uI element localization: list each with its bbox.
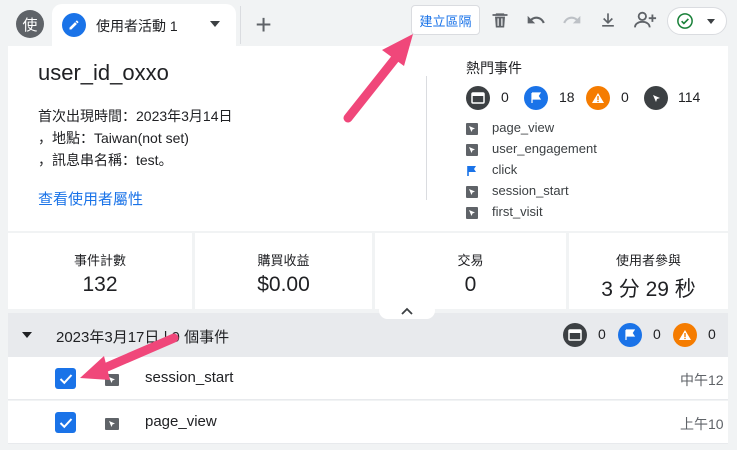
metric-user-engagement: 使用者參與 3 分 29 秒 <box>569 233 728 309</box>
warning-icon <box>673 323 697 347</box>
tab-label: 使用者活動 1 <box>96 18 178 34</box>
metric-transactions: 交易 0 <box>375 233 566 309</box>
status-dropdown[interactable] <box>667 7 727 35</box>
chevron-up-icon <box>401 307 413 315</box>
error-count: 0 <box>621 89 629 105</box>
cursor-icon <box>466 207 478 219</box>
expand-caret-icon[interactable] <box>22 332 32 338</box>
undo-icon[interactable] <box>524 8 548 32</box>
date-group-title: 2023年3月17日 | 9 個事件 <box>56 329 230 346</box>
metric-label: 使用者參與 <box>615 253 681 268</box>
checkmark-icon <box>59 373 72 384</box>
cursor-icon <box>105 373 119 386</box>
screen-icon <box>563 323 587 347</box>
user-id-title: user_id_oxxo <box>38 60 169 85</box>
top-event-label: click <box>492 162 518 177</box>
metric-value: 0 <box>464 273 477 296</box>
metric-purchase-revenue: 購買收益 $0.00 <box>195 233 372 309</box>
event-name: session_start <box>145 369 234 386</box>
top-event-label: first_visit <box>492 204 543 219</box>
event-time: 中午12 <box>680 372 724 388</box>
cursor-icon <box>105 417 119 430</box>
create-segment-button[interactable]: 建立區隔 <box>411 5 480 35</box>
flag-icon <box>618 323 642 347</box>
event-name: page_view <box>145 413 217 430</box>
conversion-count: 18 <box>559 89 575 105</box>
metric-label: 購買收益 <box>257 253 310 268</box>
download-icon[interactable] <box>596 8 620 32</box>
tab-user-activity[interactable]: 使用者活動 1 <box>52 4 236 46</box>
trash-icon[interactable] <box>488 8 512 32</box>
metric-value: 132 <box>82 273 118 296</box>
event-time: 上午10 <box>680 416 724 432</box>
error-count: 0 <box>708 326 716 342</box>
cursor-icon <box>466 186 478 198</box>
cursor-icon <box>466 144 478 156</box>
metric-event-count: 事件計數 132 <box>8 233 192 309</box>
conversion-count: 0 <box>653 326 661 342</box>
row-checkbox[interactable] <box>55 368 76 389</box>
table-row[interactable]: page_view 上午10 <box>8 401 728 444</box>
location-text: ，地點：Taiwan(not set) <box>38 130 189 146</box>
metric-value: 3 分 29 秒 <box>601 278 696 301</box>
top-event-label: user_engagement <box>492 141 597 156</box>
metric-value: $0.00 <box>257 273 310 296</box>
date-group-header[interactable]: 2023年3月17日 | 9 個事件 0 0 0 <box>8 313 728 357</box>
stream-name-text: ，訊息串名稱：test。 <box>38 152 173 168</box>
metrics-strip: ‹ 事件計數 132 購買收益 $0.00 交易 0 使用者參與 3 分 29 … <box>8 231 728 313</box>
flag-icon <box>524 86 548 110</box>
checkmark-icon <box>59 417 72 428</box>
top-event-label: page_view <box>492 120 555 135</box>
other-count: 114 <box>678 89 701 105</box>
metric-label: 事件計數 <box>73 253 126 268</box>
add-tab-button[interactable]: + <box>240 6 286 44</box>
top-events-title: 熱門事件 <box>466 60 522 76</box>
top-toolbar: 使 使用者活動 1 + 建立區隔 <box>0 0 737 46</box>
collapse-button[interactable] <box>379 302 435 319</box>
metric-label: 交易 <box>457 253 484 268</box>
redo-icon[interactable] <box>560 8 584 32</box>
tab-dropdown-chevron-icon[interactable] <box>210 21 220 27</box>
screen-count: 0 <box>501 89 509 105</box>
check-circle-icon <box>676 12 694 35</box>
plus-icon: + <box>255 9 272 40</box>
row-checkbox[interactable] <box>55 412 76 433</box>
view-user-properties-link[interactable]: 查看使用者屬性 <box>38 188 143 209</box>
pencil-icon <box>62 13 86 37</box>
cursor-icon <box>644 86 668 110</box>
divider <box>426 76 427 200</box>
cursor-icon <box>466 123 478 135</box>
screen-icon <box>466 86 490 110</box>
flag-icon <box>466 165 478 177</box>
avatar-letter: 使 <box>22 15 38 34</box>
warning-icon <box>586 86 610 110</box>
table-row[interactable]: session_start 中午12 <box>8 357 728 400</box>
chevron-down-icon <box>707 19 715 24</box>
user-avatar[interactable]: 使 <box>16 10 44 38</box>
user-summary-card: user_id_oxxo 首次出現時間：2023年3月14日 ，地點：Taiwa… <box>8 46 728 231</box>
screen-count: 0 <box>598 326 606 342</box>
add-person-icon[interactable] <box>632 8 660 32</box>
first-seen-text: 首次出現時間：2023年3月14日 <box>38 108 233 124</box>
top-event-label: session_start <box>492 183 569 198</box>
